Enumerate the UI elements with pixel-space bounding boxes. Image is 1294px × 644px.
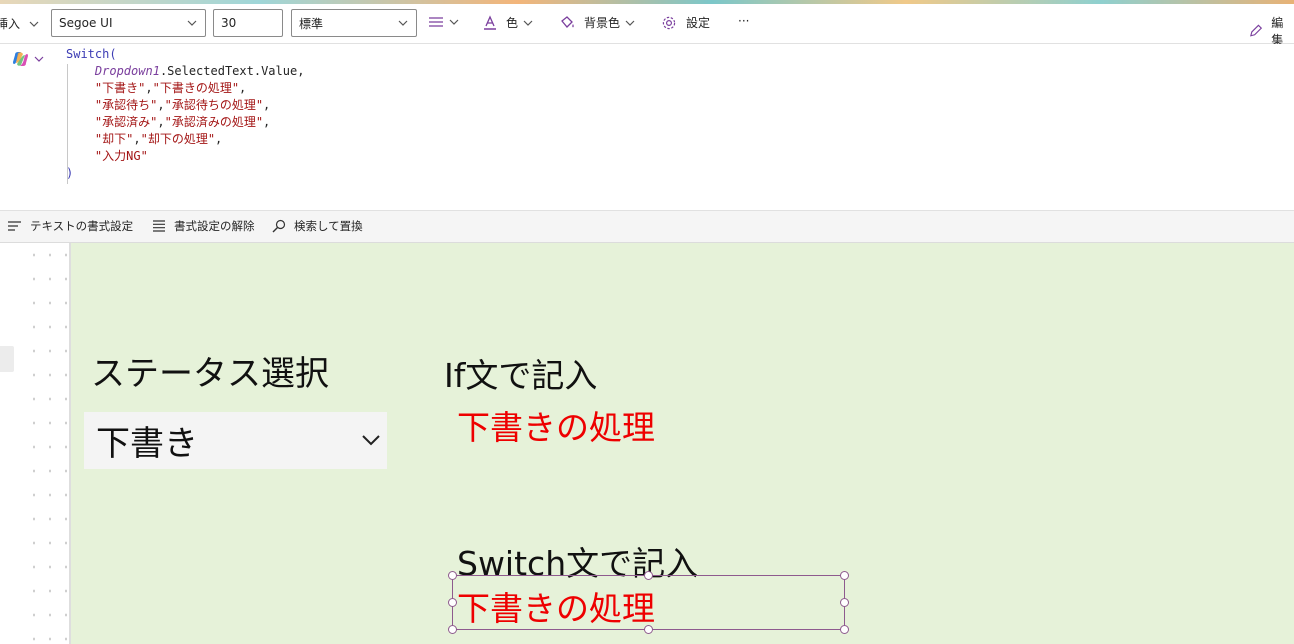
edit-label: 編集 — [1271, 16, 1284, 47]
more-options-button[interactable]: ··· — [738, 14, 749, 28]
code-token: .SelectedText.Value, — [159, 64, 305, 78]
code-token: "下書き" — [94, 81, 146, 95]
insert-menu[interactable]: 挿入 — [0, 15, 40, 32]
font-family-select[interactable]: Segoe UI — [51, 9, 206, 37]
resize-handle-top-left[interactable] — [448, 571, 457, 580]
code-token: "入力NG" — [94, 149, 148, 163]
code-token: ) — [66, 166, 74, 180]
color-button[interactable]: 色 — [482, 14, 534, 31]
code-line: Dropdown1.SelectedText.Value, — [66, 63, 305, 80]
if-result-label[interactable]: 下書きの処理 — [457, 401, 655, 449]
code-token: "却下" — [94, 132, 134, 146]
code-token: , — [145, 81, 153, 95]
code-token: , — [215, 132, 223, 146]
font-weight-select[interactable]: 標準 — [291, 9, 417, 37]
if-label: If文で記入 — [444, 356, 598, 395]
fill-label: 背景色 — [584, 16, 621, 30]
text-align-button[interactable] — [428, 15, 460, 29]
code-token: , — [263, 115, 271, 129]
resize-handle-bottom-right[interactable] — [840, 625, 849, 634]
copilot-icon — [13, 52, 28, 66]
align-icon — [429, 17, 443, 27]
chevron-down-icon — [29, 21, 39, 27]
chevron-down-icon — [362, 435, 380, 446]
resize-handle-right[interactable] — [840, 598, 849, 607]
code-token: , — [239, 81, 247, 95]
copilot-button[interactable] — [12, 51, 45, 67]
code-line: "下書き","下書きの処理", — [66, 80, 304, 97]
resize-handle-top-right[interactable] — [840, 571, 849, 580]
more-label: ··· — [738, 14, 750, 28]
color-label: 色 — [506, 16, 519, 30]
resize-handle-bottom[interactable] — [644, 625, 653, 634]
resize-handle-bottom-left[interactable] — [448, 625, 457, 634]
fill-button[interactable]: 背景色 — [559, 14, 636, 31]
gear-icon — [662, 16, 676, 29]
font-family-value: Segoe UI — [59, 16, 113, 30]
chevron-down-icon — [34, 56, 44, 62]
search-icon — [272, 219, 286, 233]
code-line: Switch( — [66, 46, 304, 63]
toolbar: 挿入 Segoe UI 30 標準 色 背景色 設定 ··· 編集 — [0, 4, 1294, 47]
font-color-icon — [484, 14, 496, 30]
format-text-button[interactable]: テキストの書式設定 — [7, 218, 133, 234]
code-token: "下書きの処理" — [152, 81, 240, 95]
remove-format-button[interactable]: 書式設定の解除 — [152, 218, 255, 234]
formula-bar[interactable]: Switch( Dropdown1.SelectedText.Value, "下… — [0, 44, 1294, 211]
code-line: "承認済み","承認済みの処理", — [66, 114, 304, 131]
code-token: "承認済みの処理" — [164, 115, 264, 129]
selection-box[interactable] — [452, 575, 845, 630]
canvas-gutter — [0, 243, 70, 644]
font-size-value: 30 — [221, 16, 237, 30]
chevron-down-icon — [625, 20, 635, 26]
code-line: "却下","却下の処理", — [66, 131, 304, 148]
code-token: , — [263, 98, 271, 112]
resize-handle-top[interactable] — [644, 571, 653, 580]
formula-editor[interactable]: Switch( Dropdown1.SelectedText.Value, "下… — [66, 46, 304, 182]
code-token: , — [157, 115, 165, 129]
code-token: Dropdown1 — [94, 64, 160, 78]
code-line: "入力NG" — [66, 148, 304, 165]
pencil-icon — [1250, 24, 1263, 37]
chevron-down-icon — [449, 19, 459, 25]
code-token: "承認済み" — [94, 115, 158, 129]
paint-bucket-icon — [561, 15, 574, 28]
code-token: , — [157, 98, 165, 112]
font-size-input[interactable]: 30 — [213, 9, 283, 37]
status-select-label: ステータス選択 — [91, 354, 329, 394]
code-token: "承認待ち" — [94, 98, 158, 112]
format-text-label: テキストの書式設定 — [30, 219, 134, 233]
chevron-down-icon — [523, 20, 533, 26]
code-line: "承認待ち","承認待ちの処理", — [66, 97, 304, 114]
font-weight-value: 標準 — [299, 16, 324, 31]
code-token: "却下の処理" — [140, 132, 216, 146]
settings-button[interactable]: 設定 — [661, 14, 710, 31]
dropdown-value: 下書き — [96, 424, 198, 464]
find-replace-label: 検索して置換 — [294, 219, 363, 233]
chevron-down-icon — [187, 20, 197, 26]
settings-label: 設定 — [686, 16, 711, 30]
side-panel-toggle[interactable] — [0, 346, 14, 372]
code-line: ) — [66, 165, 304, 182]
remove-format-label: 書式設定の解除 — [174, 219, 255, 233]
grid-dots — [26, 243, 70, 644]
resize-handle-left[interactable] — [448, 598, 457, 607]
find-replace-button[interactable]: 検索して置換 — [272, 218, 363, 234]
chevron-down-icon — [398, 20, 408, 26]
format-text-icon — [8, 221, 21, 231]
remove-format-icon — [153, 220, 165, 232]
status-dropdown[interactable]: 下書き — [84, 412, 387, 469]
insert-label: 挿入 — [0, 17, 21, 31]
code-token: Switch( — [66, 47, 117, 61]
edit-button[interactable]: 編集 — [1248, 14, 1294, 48]
format-bar: テキストの書式設定 書式設定の解除 検索して置換 — [0, 211, 1294, 243]
code-token: "承認待ちの処理" — [164, 98, 264, 112]
code-token: , — [133, 132, 141, 146]
